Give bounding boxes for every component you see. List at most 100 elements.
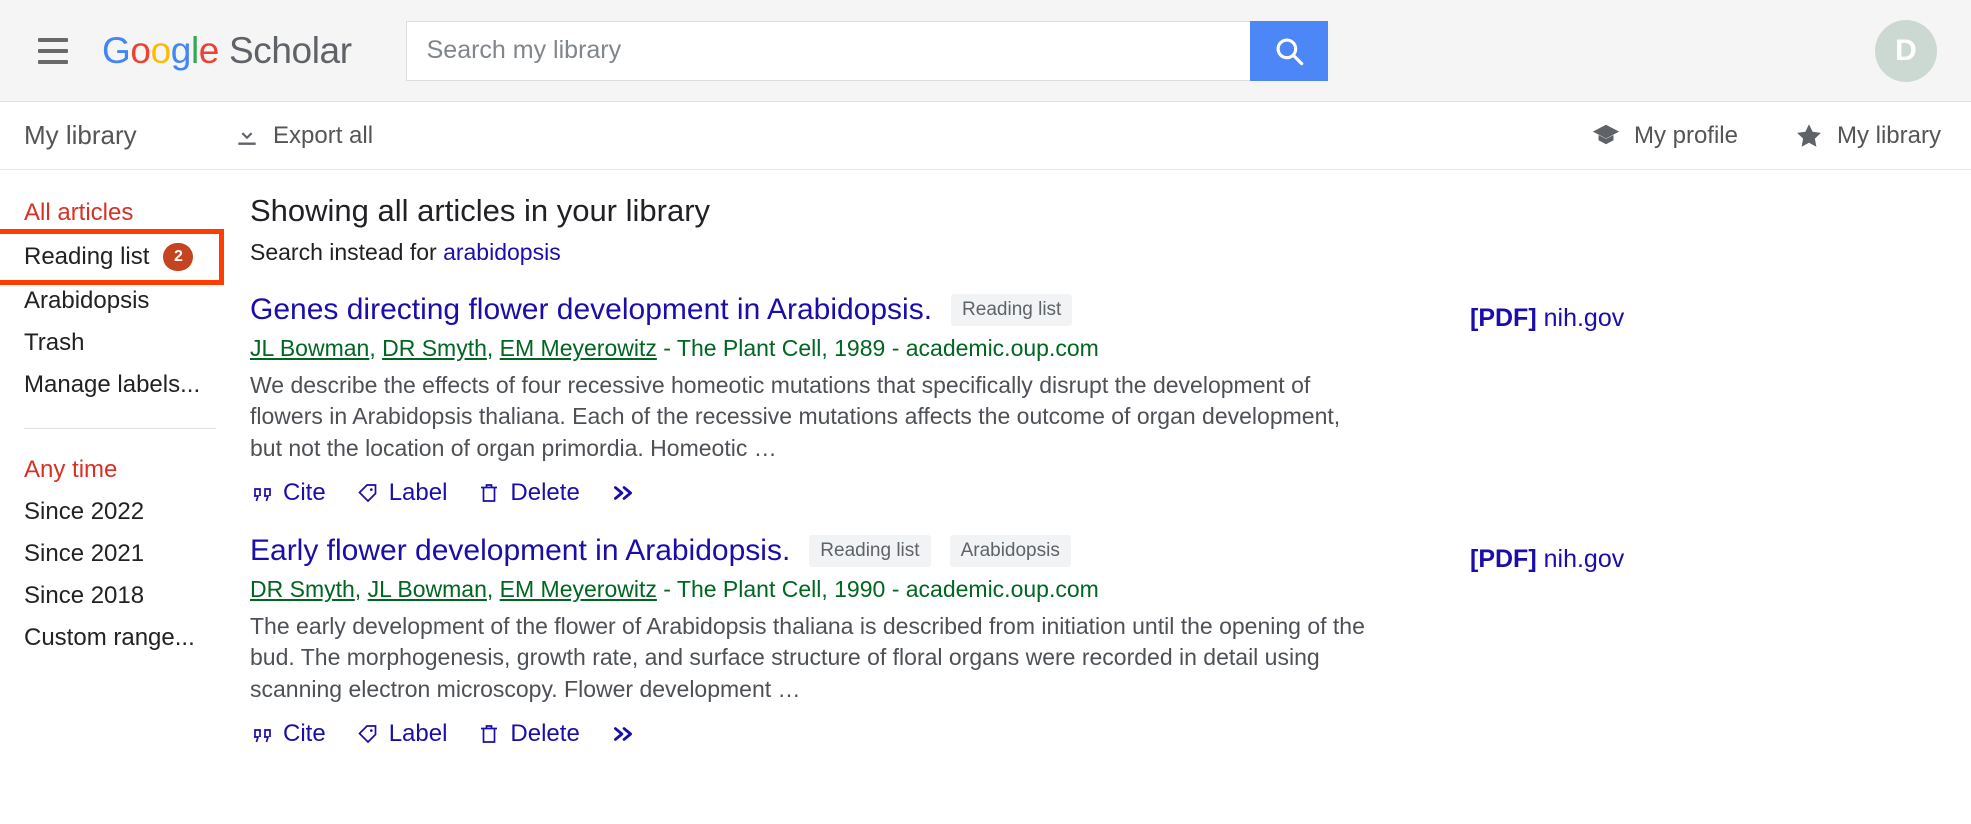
tag-icon <box>356 722 380 746</box>
result-venue: - The Plant Cell, 1990 - academic.oup.co… <box>656 575 1099 602</box>
result-title[interactable]: Genes directing flower development in Ar… <box>250 292 932 328</box>
toolbar-right-links: My profile My library <box>1591 121 1941 151</box>
sidebar-item-label: Arabidopsis <box>24 287 150 314</box>
sidebar-item-all-articles[interactable]: All articles <box>24 192 238 234</box>
showing-heading: Showing all articles in your library <box>250 193 711 228</box>
logo-letter-G: G <box>102 30 131 71</box>
sidebar-item-custom-range[interactable]: Custom range... <box>24 617 238 659</box>
cite-button[interactable]: Cite <box>250 479 326 507</box>
my-profile-label: My profile <box>1633 121 1738 149</box>
sidebar-item-since-2021[interactable]: Since 2021 <box>24 533 238 575</box>
sidebar-item-label: Reading list <box>24 243 150 270</box>
sidebar-item-label: All articles <box>24 199 134 226</box>
content-area: All articles Reading list 2 Arabidopsis … <box>0 170 1971 774</box>
search-input[interactable] <box>424 35 1232 66</box>
sidebar-item-manage-labels[interactable]: Manage labels... <box>24 364 238 406</box>
sidebar-item-since-2018[interactable]: Since 2018 <box>24 575 238 617</box>
pdf-link[interactable]: [PDF] nih.gov <box>1470 545 1624 574</box>
delete-label: Delete <box>510 719 580 747</box>
sidebar-item-trash[interactable]: Trash <box>24 322 238 364</box>
top-header: GoogleScholar D <box>0 0 1971 102</box>
sidebar-item-label: Since 2022 <box>24 498 145 525</box>
sidebar-item-any-time[interactable]: Any time <box>24 449 238 491</box>
cite-label: Cite <box>283 719 326 747</box>
result-actions: Cite Label Delete <box>250 716 1370 748</box>
sidebar-item-label: Since 2018 <box>24 582 145 609</box>
result-body: Genes directing flower development in Ar… <box>250 292 1370 507</box>
search-instead-link[interactable]: arabidopsis <box>443 239 561 265</box>
logo-letter-o1: o <box>130 30 151 71</box>
logo-letter-l: l <box>190 30 199 71</box>
result-title[interactable]: Early flower development in Arabidopsis. <box>250 533 790 569</box>
author-link[interactable]: EM Meyerowitz <box>500 335 657 361</box>
sidebar-item-reading-list[interactable]: Reading list 2 <box>0 229 224 285</box>
my-library-button[interactable]: My library <box>1794 121 1941 151</box>
search-instead-line: Search instead for arabidopsis <box>250 239 1971 266</box>
more-actions-button[interactable] <box>610 721 636 747</box>
cite-label: Cite <box>283 478 326 506</box>
logo-letter-e: e <box>198 30 220 71</box>
result-tag[interactable]: Reading list <box>809 534 931 567</box>
author-link[interactable]: EM Meyerowitz <box>500 576 657 602</box>
hamburger-bar <box>38 48 68 53</box>
download-icon <box>234 123 260 149</box>
sidebar-divider <box>24 428 216 429</box>
tag-icon <box>356 481 380 505</box>
search-button[interactable] <box>1249 20 1328 81</box>
result-tag[interactable]: Arabidopsis <box>949 534 1071 567</box>
sidebar-item-label: Since 2021 <box>24 540 145 567</box>
result-venue: - The Plant Cell, 1989 - academic.oup.co… <box>656 334 1099 361</box>
pdf-source: nih.gov <box>1543 303 1625 332</box>
reading-list-count-badge: 2 <box>163 243 194 271</box>
my-profile-button[interactable]: My profile <box>1591 121 1738 151</box>
label-button[interactable]: Label <box>356 719 448 748</box>
results-panel: Showing all articles in your library Sea… <box>238 170 1971 774</box>
pdf-badge: [PDF] <box>1470 544 1537 573</box>
search-instead-prefix: Search instead for <box>250 238 444 265</box>
google-scholar-logo[interactable]: Google Scholar <box>102 32 352 69</box>
result-pdf-area: [PDF] nih.gov <box>1370 533 1624 748</box>
author-link[interactable]: DR Smyth <box>382 335 487 361</box>
trash-icon <box>477 722 501 746</box>
result-authors: DR Smyth, JL Bowman, EM Meyerowitz - The… <box>250 575 1099 602</box>
delete-button[interactable]: Delete <box>477 478 580 507</box>
result-actions: Cite Label Delete <box>250 475 1370 507</box>
delete-label: Delete <box>510 478 580 506</box>
avatar[interactable]: D <box>1875 20 1937 82</box>
author-link[interactable]: DR Smyth <box>250 576 355 602</box>
quote-icon <box>250 481 274 505</box>
label-button[interactable]: Label <box>356 479 447 507</box>
result-body: Early flower development in Arabidopsis.… <box>250 533 1370 748</box>
sidebar-item-label: Custom range... <box>24 624 195 651</box>
delete-button[interactable]: Delete <box>477 719 580 748</box>
my-library-label: My library <box>1836 121 1941 149</box>
sidebar-item-label: Manage labels... <box>24 371 201 398</box>
result-title-row: Genes directing flower development in Ar… <box>250 292 1370 328</box>
result-snippet: We describe the effects of four recessiv… <box>250 371 1341 462</box>
sidebar-item-since-2022[interactable]: Since 2022 <box>24 491 238 533</box>
search-bar <box>405 20 1328 81</box>
sidebar-item-arabidopsis[interactable]: Arabidopsis <box>24 280 238 322</box>
export-all-button[interactable]: Export all <box>234 122 373 150</box>
logo-word-scholar: Scholar <box>228 30 352 71</box>
search-input-container[interactable] <box>405 20 1250 81</box>
result-snippet: The early development of the flower of A… <box>250 612 1365 703</box>
hamburger-menu-icon[interactable] <box>32 30 74 72</box>
result-title-row: Early flower development in Arabidopsis.… <box>250 533 1370 569</box>
hamburger-bar <box>38 59 68 64</box>
result-authors: JL Bowman, DR Smyth, EM Meyerowitz - The… <box>250 334 1099 361</box>
sidebar-item-label: Trash <box>24 329 85 356</box>
author-link[interactable]: JL Bowman <box>250 335 369 361</box>
double-chevron-right-icon <box>610 721 636 747</box>
result-tag[interactable]: Reading list <box>951 293 1073 326</box>
cite-button[interactable]: Cite <box>250 720 326 748</box>
pdf-link[interactable]: [PDF] nih.gov <box>1470 304 1624 333</box>
label-label: Label <box>388 719 448 747</box>
quote-icon <box>250 722 274 746</box>
search-icon <box>1272 34 1306 68</box>
more-actions-button[interactable] <box>610 480 636 506</box>
library-toolbar: My library Export all My profile My libr… <box>0 102 1971 170</box>
result-item: Early flower development in Arabidopsis.… <box>250 533 1971 748</box>
author-link[interactable]: JL Bowman <box>368 576 487 602</box>
trash-icon <box>477 481 501 505</box>
